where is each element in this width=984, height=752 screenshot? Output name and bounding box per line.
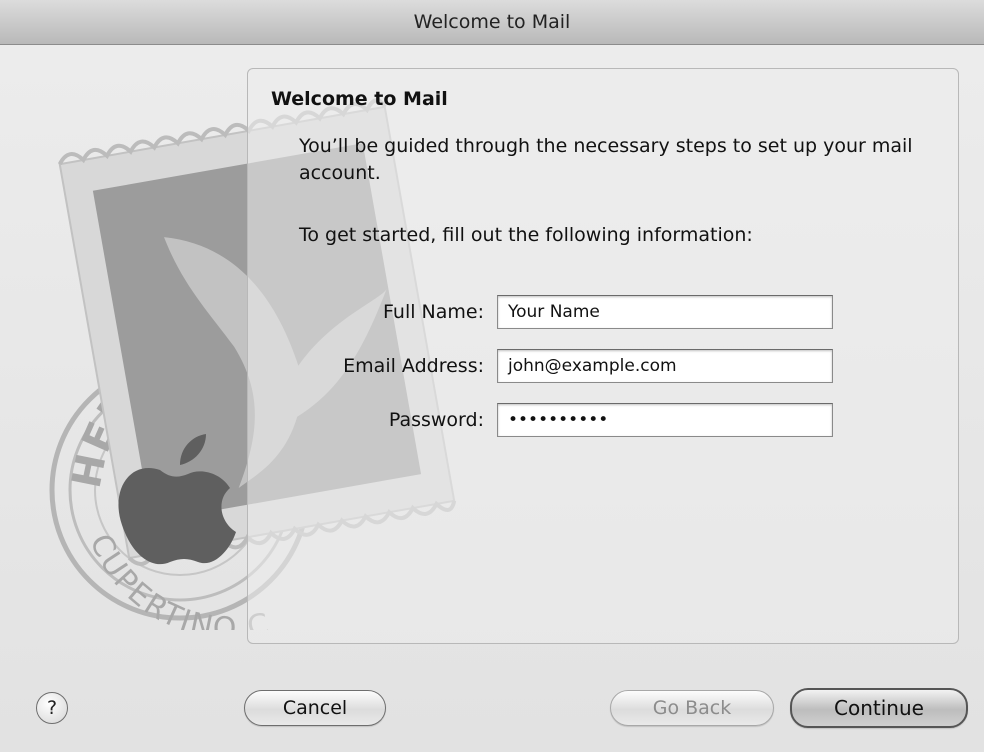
continue-button[interactable]: Continue [790,688,968,728]
email-label: Email Address: [343,355,484,377]
password-label: Password: [388,409,484,431]
password-field[interactable]: •••••••••• [497,403,833,437]
email-row: Email Address: john@example.com [250,349,850,385]
password-row: Password: •••••••••• [250,403,850,439]
mail-setup-window: Welcome to Mail HELLO FROM CUPERTINO CA [0,0,984,752]
full-name-row: Full Name: Your Name [250,295,850,331]
full-name-field[interactable]: Your Name [497,295,833,329]
cancel-button[interactable]: Cancel [244,690,386,726]
full-name-label: Full Name: [383,301,484,323]
email-field[interactable]: john@example.com [497,349,833,383]
help-button[interactable]: ? [36,692,68,724]
go-back-button[interactable]: Go Back [610,690,774,726]
panel-heading: Welcome to Mail [271,88,448,110]
intro-text: You’ll be guided through the necessary s… [299,135,913,184]
window-title: Welcome to Mail [0,0,984,45]
prompt-text: To get started, fill out the following i… [299,224,753,246]
